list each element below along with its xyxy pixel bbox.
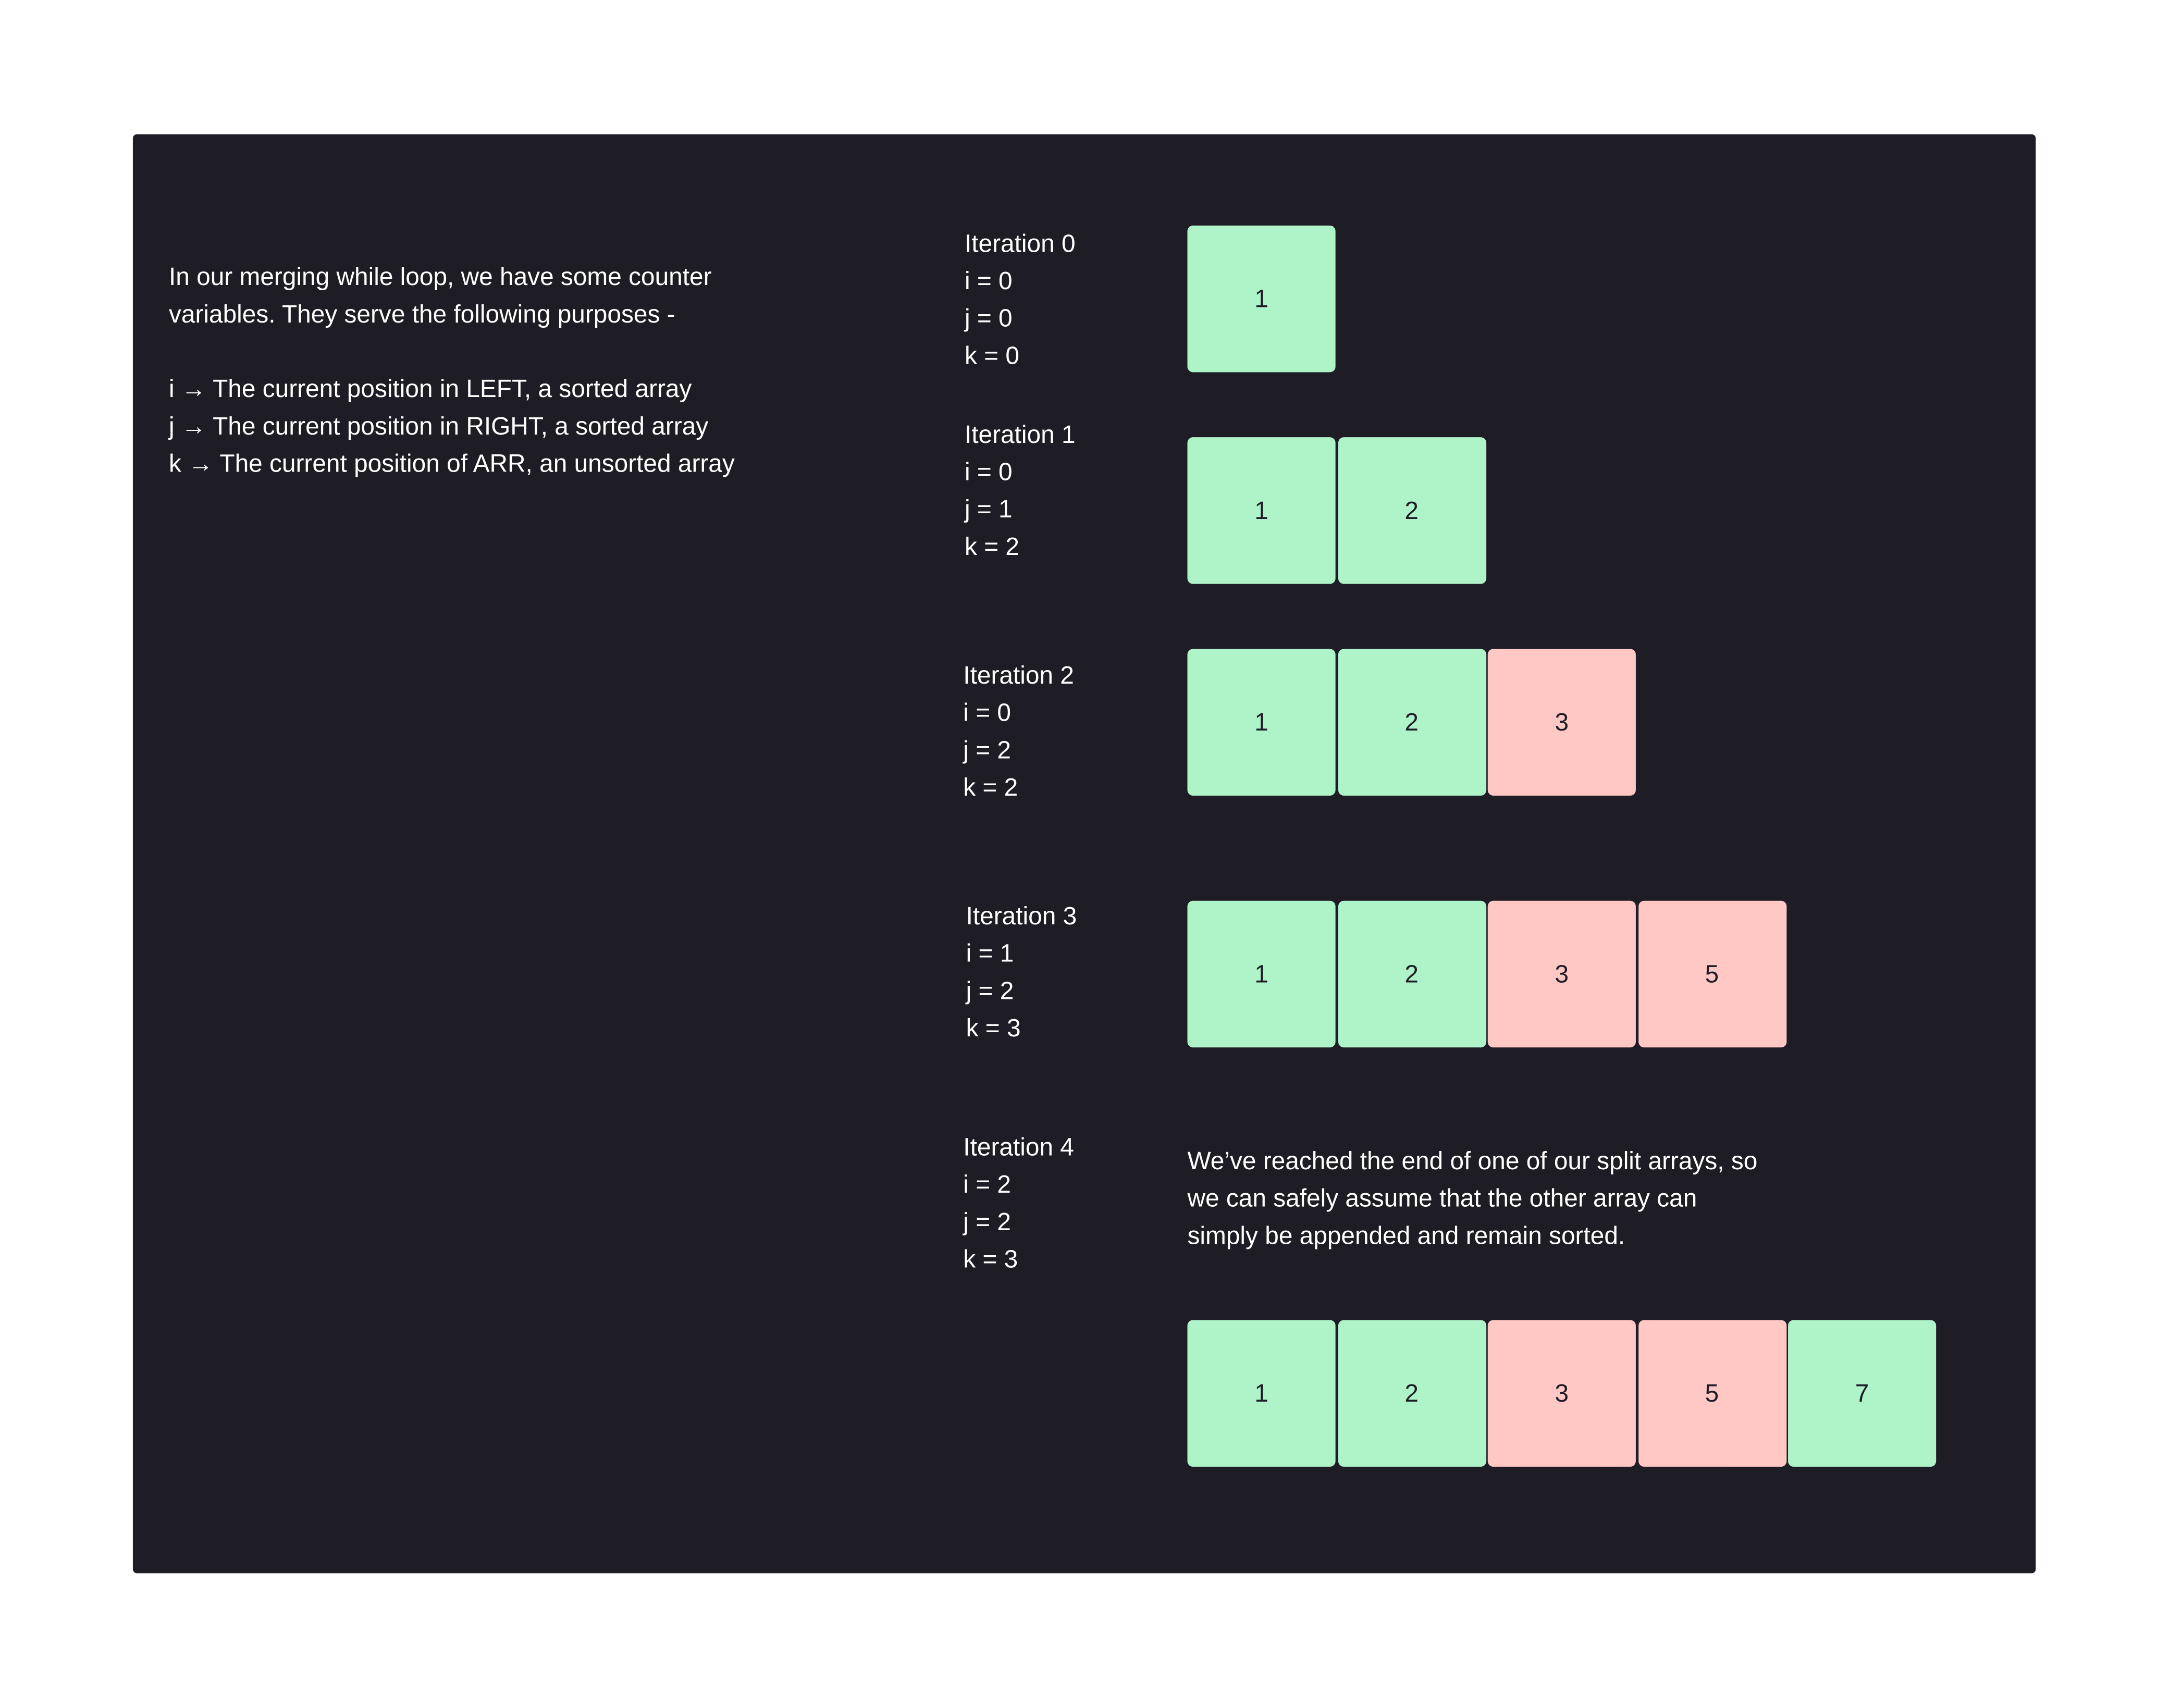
array-cell: 3 <box>1487 900 1636 1048</box>
array-row-2: 123 <box>1187 649 1638 796</box>
counter-k: k = 3 <box>966 1014 1021 1042</box>
array-cell: 1 <box>1187 437 1336 584</box>
array-cell: 2 <box>1337 1320 1486 1467</box>
array-cell: 5 <box>1637 1320 1786 1467</box>
iteration-2-label: Iteration 2 i = 0 j = 2 k = 2 <box>963 657 1074 807</box>
array-cell: 2 <box>1337 649 1486 796</box>
note-text: We’ve reached the end of one of our spli… <box>1188 1143 1758 1255</box>
intro-line: In our merging while loop, we have some … <box>168 263 712 291</box>
iteration-title: Iteration 0 <box>964 229 1076 257</box>
note-line: we can safely assume that the other arra… <box>1187 1184 1697 1212</box>
counter-i: i = 2 <box>963 1170 1011 1198</box>
array-cell: 5 <box>1637 900 1786 1048</box>
array-cell: 1 <box>1187 649 1336 796</box>
array-cell: 2 <box>1337 437 1486 584</box>
definition-k: k → The current position of ARR, an unso… <box>168 450 735 478</box>
array-row-0: 1 <box>1187 225 1338 373</box>
array-row-4: 12357 <box>1187 1320 1939 1467</box>
note-line: We’ve reached the end of one of our spli… <box>1187 1147 1758 1175</box>
counter-j: j = 2 <box>963 736 1011 764</box>
array-cell: 1 <box>1187 225 1336 373</box>
counter-j: j = 0 <box>964 304 1013 332</box>
counter-j: j = 2 <box>963 1208 1011 1236</box>
array-cell: 2 <box>1337 900 1486 1048</box>
counter-i: i = 1 <box>966 939 1014 968</box>
array-cell: 1 <box>1187 900 1336 1048</box>
iteration-title: Iteration 1 <box>964 420 1076 449</box>
array-cell: 3 <box>1487 649 1636 796</box>
iteration-3-label: Iteration 3 i = 1 j = 2 k = 3 <box>966 898 1077 1047</box>
iteration-0-label: Iteration 0 i = 0 j = 0 k = 0 <box>965 226 1076 375</box>
array-row-3: 1235 <box>1187 900 1789 1048</box>
iteration-title: Iteration 3 <box>966 902 1077 930</box>
definition-j: j → The current position in RIGHT, a sor… <box>168 412 709 440</box>
counter-k: k = 2 <box>963 773 1018 801</box>
iteration-title: Iteration 4 <box>963 1133 1074 1161</box>
array-cell: 7 <box>1788 1320 1937 1467</box>
counter-i: i = 0 <box>963 699 1011 727</box>
array-row-1: 12 <box>1187 437 1488 584</box>
iteration-title: Iteration 2 <box>963 661 1074 689</box>
counter-j: j = 2 <box>966 976 1014 1005</box>
iteration-4-label: Iteration 4 i = 2 j = 2 k = 3 <box>963 1129 1074 1279</box>
counter-k: k = 2 <box>964 533 1019 561</box>
counter-j: j = 1 <box>964 495 1013 523</box>
definition-i: i → The current position in LEFT, a sort… <box>168 375 692 403</box>
array-cell: 1 <box>1187 1320 1336 1467</box>
counter-k: k = 3 <box>963 1245 1018 1273</box>
canvas: In our merging while loop, we have some … <box>0 0 2170 1707</box>
intro-line: variables. They serve the following purp… <box>168 300 675 328</box>
note-line: simply be appended and remain sorted. <box>1187 1221 1625 1250</box>
counter-i: i = 0 <box>964 267 1013 295</box>
array-cell: 3 <box>1487 1320 1636 1467</box>
iteration-1-label: Iteration 1 i = 0 j = 1 k = 2 <box>965 416 1076 566</box>
intro-text: In our merging while loop, we have some … <box>169 259 735 483</box>
counter-i: i = 0 <box>964 458 1013 486</box>
counter-k: k = 0 <box>964 341 1019 370</box>
